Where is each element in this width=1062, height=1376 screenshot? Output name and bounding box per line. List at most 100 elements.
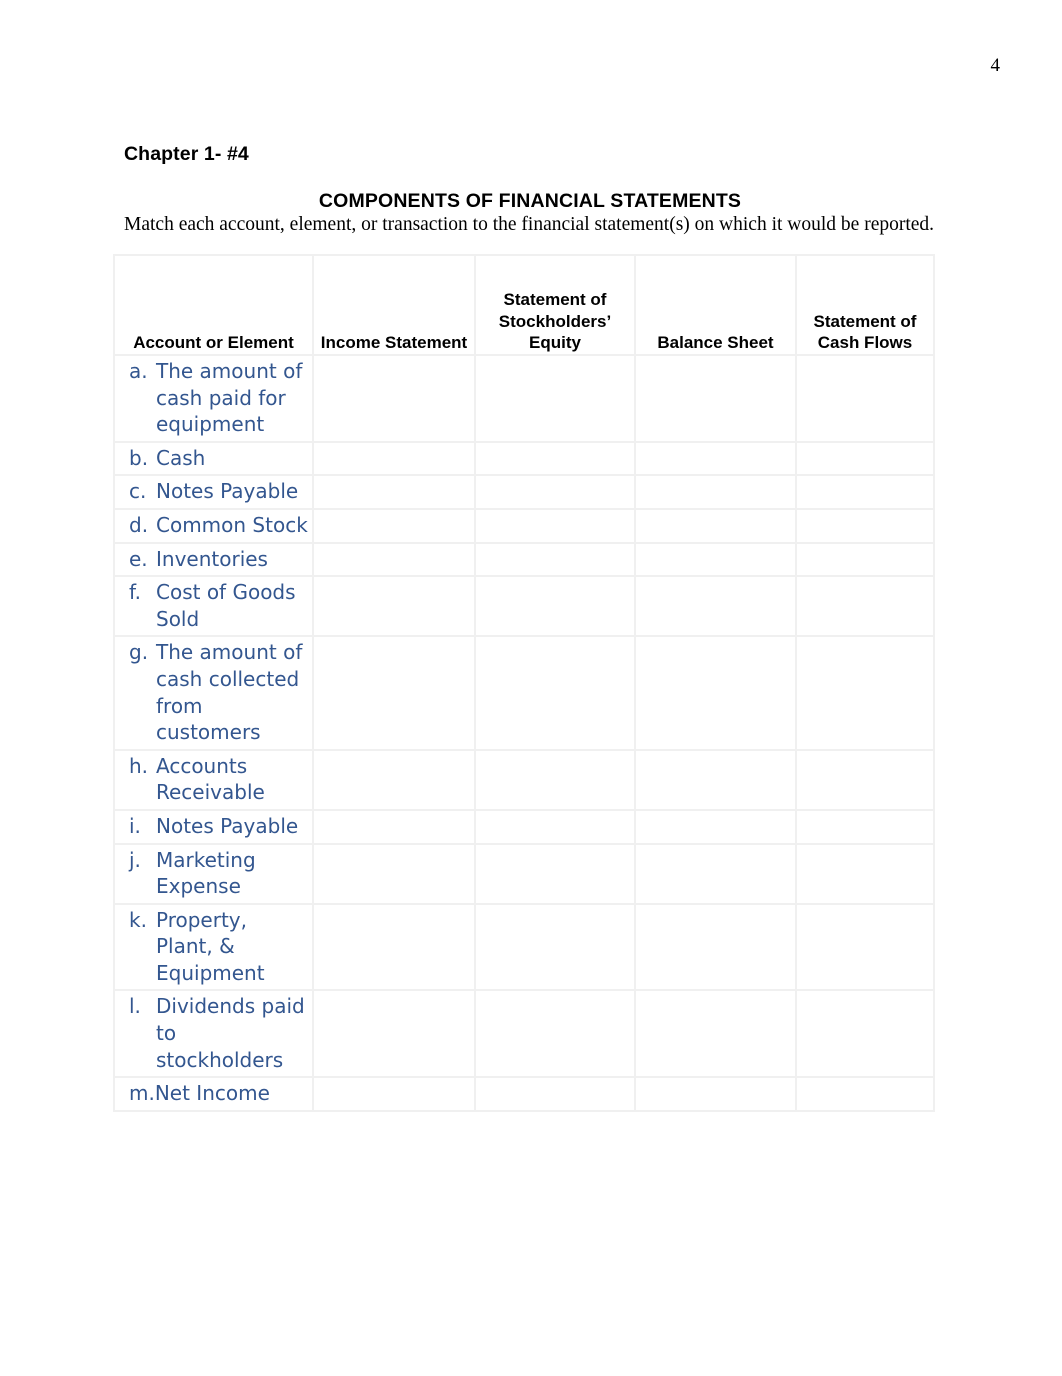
table-row: d. Common Stock — [113, 507, 935, 544]
account-or-element-cell: i. Notes Payable — [113, 808, 314, 845]
answer-cell-statement-of-cash-flows[interactable] — [795, 989, 935, 1079]
answer-cell-income-statement[interactable] — [312, 635, 476, 751]
table-row: g. The amount of cash collected from cust… — [113, 635, 935, 751]
list-item-label: Cash — [156, 445, 206, 470]
answer-cell-statement-of-stockholders-equity[interactable] — [474, 902, 636, 992]
answer-cell-statement-of-stockholders-equity[interactable] — [474, 354, 636, 443]
column-header-balance-sheet: Balance Sheet — [634, 254, 797, 356]
answer-cell-balance-sheet[interactable] — [634, 808, 797, 845]
answer-cell-balance-sheet[interactable] — [634, 902, 797, 992]
answer-cell-statement-of-cash-flows[interactable] — [795, 748, 935, 811]
table-row: e. Inventories — [113, 541, 935, 578]
answer-cell-statement-of-stockholders-equity[interactable] — [474, 474, 636, 510]
answer-cell-income-statement[interactable] — [312, 575, 476, 638]
answer-cell-balance-sheet[interactable] — [634, 507, 797, 544]
answer-cell-statement-of-stockholders-equity[interactable] — [474, 440, 636, 477]
list-item-label: The amount of cash collected from custom… — [156, 640, 303, 745]
answer-cell-balance-sheet[interactable] — [634, 354, 797, 443]
answer-cell-income-statement[interactable] — [312, 354, 476, 443]
answer-cell-balance-sheet[interactable] — [634, 842, 797, 905]
table-row: f. Cost of Goods Sold — [113, 575, 935, 638]
list-item: e. Inventories — [129, 546, 308, 573]
column-header-statement-of-stockholders-equity: Statement of Stockholders’ Equity — [474, 254, 636, 356]
answer-cell-income-statement[interactable] — [312, 474, 476, 510]
answer-cell-statement-of-cash-flows[interactable] — [795, 902, 935, 992]
list-item-marker: g. — [129, 640, 149, 665]
answer-cell-statement-of-cash-flows[interactable] — [795, 541, 935, 578]
list-item-marker: h. — [129, 753, 149, 778]
answer-cell-income-statement[interactable] — [312, 808, 476, 845]
answer-cell-statement-of-cash-flows[interactable] — [795, 474, 935, 510]
list-item-label: Common Stock — [156, 512, 308, 537]
list-item-label: Marketing Expense — [156, 847, 256, 899]
answer-cell-statement-of-stockholders-equity[interactable] — [474, 748, 636, 811]
answer-cell-income-statement[interactable] — [312, 1076, 476, 1112]
answer-cell-statement-of-stockholders-equity[interactable] — [474, 507, 636, 544]
list-item-marker: k. — [129, 907, 147, 932]
list-item: b. Cash — [129, 445, 308, 472]
answer-cell-statement-of-stockholders-equity[interactable] — [474, 842, 636, 905]
account-or-element-cell: g. The amount of cash collected from cust… — [113, 635, 314, 751]
list-item-label: The amount of cash paid for equipment — [156, 359, 303, 437]
answer-cell-statement-of-cash-flows[interactable] — [795, 842, 935, 905]
answer-cell-balance-sheet[interactable] — [634, 1076, 797, 1112]
list-item-label: Inventories — [156, 546, 268, 571]
answer-cell-balance-sheet[interactable] — [634, 748, 797, 811]
answer-cell-statement-of-cash-flows[interactable] — [795, 808, 935, 845]
answer-cell-balance-sheet[interactable] — [634, 575, 797, 638]
account-or-element-cell: h. Accounts Receivable — [113, 748, 314, 811]
answer-cell-balance-sheet[interactable] — [634, 474, 797, 510]
account-or-element-cell: e. Inventories — [113, 541, 314, 578]
table-header: Account or Element Income Statement Stat… — [113, 254, 935, 356]
list-item-label: Dividends paid to stockholders — [156, 994, 305, 1072]
answer-cell-income-statement[interactable] — [312, 440, 476, 477]
answer-cell-income-statement[interactable] — [312, 902, 476, 992]
column-header-income-statement: Income Statement — [312, 254, 476, 356]
answer-cell-statement-of-stockholders-equity[interactable] — [474, 635, 636, 751]
account-or-element-cell: a. The amount of cash paid for equipment — [113, 354, 314, 443]
answer-cell-statement-of-stockholders-equity[interactable] — [474, 1076, 636, 1112]
answer-cell-statement-of-cash-flows[interactable] — [795, 575, 935, 638]
answer-cell-statement-of-stockholders-equity[interactable] — [474, 541, 636, 578]
answer-cell-income-statement[interactable] — [312, 748, 476, 811]
answer-cell-balance-sheet[interactable] — [634, 440, 797, 477]
answer-cell-balance-sheet[interactable] — [634, 989, 797, 1079]
list-item-label: Cost of Goods Sold — [156, 580, 296, 631]
answer-cell-statement-of-stockholders-equity[interactable] — [474, 575, 636, 638]
list-item-label: Net Income — [154, 1081, 270, 1106]
answer-cell-income-statement[interactable] — [312, 989, 476, 1079]
list-item-marker: c. — [129, 479, 147, 504]
table-row: h. Accounts Receivable — [113, 748, 935, 811]
answer-cell-income-statement[interactable] — [312, 842, 476, 905]
table-row: m. Net Income — [113, 1076, 935, 1112]
list-item: a. The amount of cash paid for equipment — [129, 358, 308, 438]
answer-cell-statement-of-cash-flows[interactable] — [795, 354, 935, 443]
page-title: COMPONENTS OF FINANCIAL STATEMENTS — [318, 190, 742, 212]
list-item-label: Property, Plant, & Equipment — [156, 907, 265, 985]
list-item: j. Marketing Expense — [129, 847, 308, 900]
list-item: c. Notes Payable — [129, 478, 308, 505]
answer-cell-statement-of-cash-flows[interactable] — [795, 507, 935, 544]
table-row: j. Marketing Expense — [113, 842, 935, 905]
list-item-marker: m. — [129, 1081, 155, 1106]
document-page: 4 Chapter 1- #4 COMPONENTS OF FINANCIAL … — [0, 0, 1062, 1376]
answer-cell-statement-of-cash-flows[interactable] — [795, 440, 935, 477]
table-row: i. Notes Payable — [113, 808, 935, 845]
answer-cell-balance-sheet[interactable] — [634, 635, 797, 751]
answer-cell-statement-of-stockholders-equity[interactable] — [474, 808, 636, 845]
list-item: i. Notes Payable — [129, 813, 308, 840]
financial-statements-matching-table: Account or Element Income Statement Stat… — [113, 254, 935, 1112]
answer-cell-statement-of-cash-flows[interactable] — [795, 1076, 935, 1112]
list-item: k. Property, Plant, & Equipment — [129, 907, 308, 987]
account-or-element-cell: l. Dividends paid to stockholders — [113, 989, 314, 1079]
answer-cell-statement-of-stockholders-equity[interactable] — [474, 989, 636, 1079]
answer-cell-income-statement[interactable] — [312, 507, 476, 544]
answer-cell-income-statement[interactable] — [312, 541, 476, 578]
table-row: c. Notes Payable — [113, 474, 935, 510]
list-item-marker: d. — [129, 512, 149, 537]
answer-cell-balance-sheet[interactable] — [634, 541, 797, 578]
list-item-label: Accounts Receivable — [156, 753, 265, 805]
account-or-element-cell: c. Notes Payable — [113, 474, 314, 510]
list-item: h. Accounts Receivable — [129, 753, 308, 806]
answer-cell-statement-of-cash-flows[interactable] — [795, 635, 935, 751]
